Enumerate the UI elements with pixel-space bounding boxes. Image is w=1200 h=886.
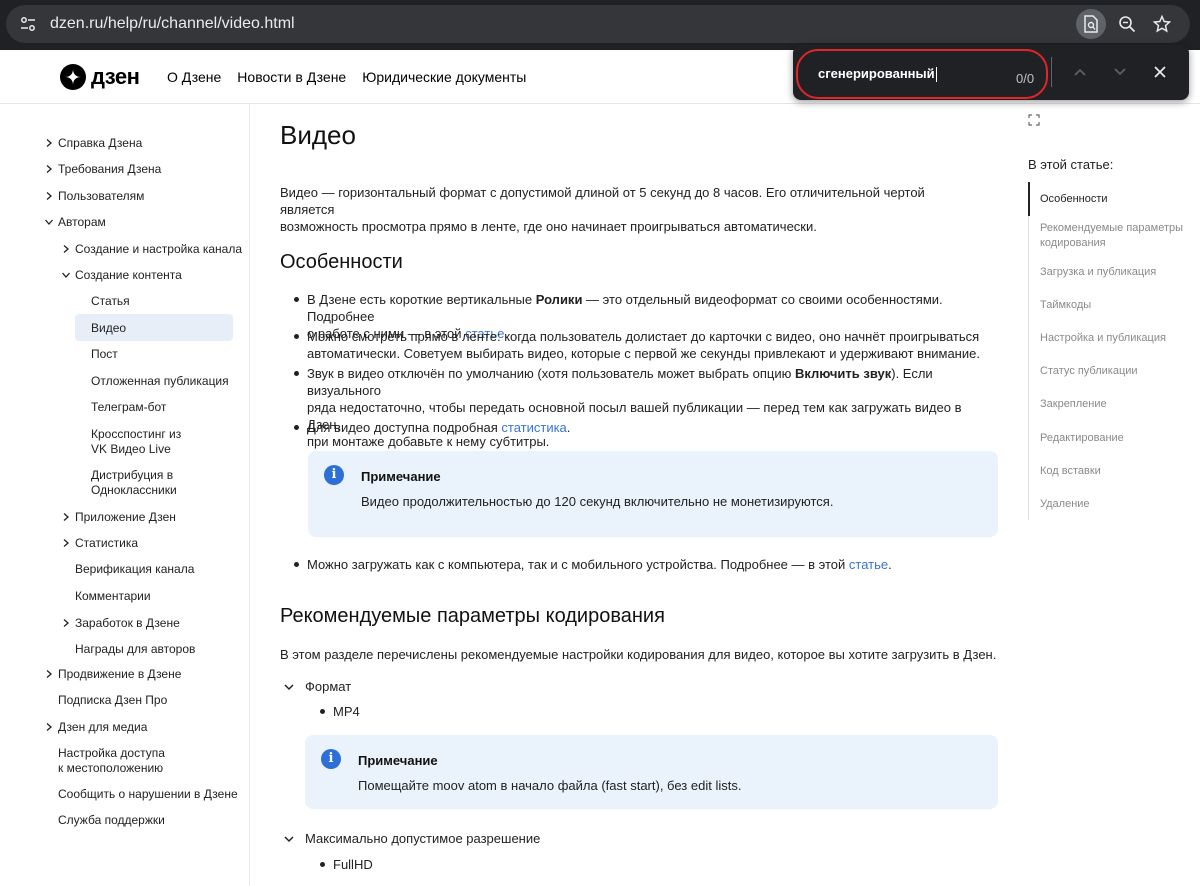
dzen-logo[interactable]: дзен bbox=[60, 64, 140, 90]
chevron-down-icon[interactable] bbox=[44, 217, 54, 227]
chevron-right-icon[interactable] bbox=[44, 138, 54, 148]
intro-paragraph: Видео — горизонтальный формат с допустим… bbox=[280, 185, 925, 234]
sidebar-item[interactable]: Справка Дзена bbox=[46, 136, 142, 151]
browser-toolbar: dzen.ru/help/ru/channel/video.html bbox=[0, 0, 1200, 50]
sidebar-item[interactable]: Статья bbox=[91, 294, 130, 309]
chevron-right-icon[interactable] bbox=[44, 191, 54, 201]
find-close-icon[interactable] bbox=[1147, 59, 1173, 85]
find-next-icon[interactable] bbox=[1107, 59, 1133, 85]
expand-icon[interactable] bbox=[1028, 114, 1040, 126]
logo-text: дзен bbox=[91, 64, 140, 89]
note-title: Примечание bbox=[358, 753, 438, 768]
find-input-highlight: сгенерированный 0/0 bbox=[796, 49, 1048, 99]
toc-item[interactable]: Закрепление bbox=[1040, 397, 1190, 412]
sidebar-item[interactable]: Сообщить о нарушении в Дзене bbox=[58, 787, 238, 802]
bookmark-star-icon[interactable] bbox=[1147, 9, 1177, 39]
zoom-icon[interactable] bbox=[1112, 9, 1142, 39]
sidebar-item[interactable]: Заработок в Дзене bbox=[63, 616, 180, 631]
note-callout: i Примечание Видео продолжительностью до… bbox=[308, 451, 998, 537]
chevron-right-icon[interactable] bbox=[61, 618, 71, 628]
top-nav: О Дзене Новости в Дзене Юридические доку… bbox=[167, 69, 526, 85]
page-title: Видео bbox=[280, 120, 356, 150]
chevron-right-icon[interactable] bbox=[61, 512, 71, 522]
list-item: Можно смотреть прямо в ленте: когда поль… bbox=[294, 328, 997, 362]
accordion-max-resolution[interactable]: Максимально допустимое разрешение bbox=[284, 831, 540, 846]
chevron-down-icon[interactable] bbox=[61, 270, 71, 280]
list-item: MP4 bbox=[320, 704, 360, 719]
toc-rail bbox=[1028, 182, 1029, 520]
toc-item[interactable]: Редактирование bbox=[1040, 431, 1190, 446]
info-icon: i bbox=[321, 749, 341, 769]
toc-item[interactable]: Код вставки bbox=[1040, 464, 1190, 479]
sidebar-item[interactable]: Подписка Дзен Про bbox=[58, 693, 167, 708]
link-statistics[interactable]: статистика bbox=[501, 420, 566, 435]
find-bar: сгенерированный 0/0 bbox=[793, 45, 1189, 100]
note-callout: i Примечание Помещайте moov atom в начал… bbox=[305, 735, 998, 809]
list-item: Для видео доступна подробная статистика. bbox=[294, 419, 997, 436]
find-in-page-icon[interactable] bbox=[1076, 9, 1106, 39]
url-text[interactable]: dzen.ru/help/ru/channel/video.html bbox=[50, 15, 295, 33]
encoding-intro: В этом разделе перечислены рекомендуемые… bbox=[280, 647, 997, 662]
note-title: Примечание bbox=[361, 469, 441, 484]
sidebar-item[interactable]: Телеграм-бот bbox=[91, 400, 166, 415]
sidebar-item[interactable]: Верификация канала bbox=[75, 562, 194, 577]
sidebar-item[interactable]: Пользователям bbox=[46, 189, 144, 204]
sidebar-item[interactable]: Статистика bbox=[63, 536, 138, 551]
address-bar[interactable]: dzen.ru/help/ru/channel/video.html bbox=[6, 5, 1190, 43]
note-body: Помещайте moov atom в начало файла (fast… bbox=[358, 778, 742, 793]
toc-item[interactable]: Рекомендуемые параметры кодирования bbox=[1040, 221, 1190, 251]
chevron-right-icon[interactable] bbox=[44, 722, 54, 732]
site-info-icon[interactable] bbox=[18, 14, 38, 34]
chevron-right-icon[interactable] bbox=[61, 538, 71, 548]
find-divider bbox=[1051, 57, 1052, 87]
text-caret bbox=[935, 67, 937, 83]
link-upload-article[interactable]: статье bbox=[849, 557, 888, 572]
find-match-count: 0/0 bbox=[1016, 71, 1035, 86]
heading-encoding: Рекомендуемые параметры кодирования bbox=[280, 605, 665, 627]
toc-item[interactable]: Настройка и публикация bbox=[1040, 331, 1190, 346]
find-prev-icon[interactable] bbox=[1067, 59, 1093, 85]
sidebar-item[interactable]: Видео bbox=[91, 321, 126, 336]
sidebar-item[interactable]: Награды для авторов bbox=[75, 642, 195, 657]
toc-item[interactable]: Статус публикации bbox=[1040, 364, 1190, 379]
accordion-format[interactable]: Формат bbox=[284, 679, 351, 694]
nav-legal[interactable]: Юридические документы bbox=[362, 69, 526, 85]
chevron-down-icon bbox=[284, 684, 294, 691]
chevron-right-icon[interactable] bbox=[44, 164, 54, 174]
sidebar-nav: Справка Дзена Требования Дзена Пользовател… bbox=[0, 104, 250, 886]
sidebar-item[interactable]: Дзен для медиа bbox=[46, 720, 147, 735]
list-item: FullHD bbox=[320, 857, 373, 872]
toc-item[interactable]: Удаление bbox=[1040, 497, 1190, 512]
sidebar-item[interactable]: Кросспостинг из VK Видео Live bbox=[91, 427, 181, 457]
dzen-logo-icon bbox=[60, 64, 86, 90]
toc-item[interactable]: Таймкоды bbox=[1040, 298, 1190, 313]
toc-active-indicator bbox=[1028, 182, 1030, 216]
sidebar-item[interactable]: Дистрибуция в Одноклассники bbox=[91, 468, 177, 498]
sidebar-item[interactable]: Приложение Дзен bbox=[63, 510, 176, 525]
list-item: Звук в видео отключён по умолчанию (хотя… bbox=[294, 365, 997, 450]
sidebar-item[interactable]: Комментарии bbox=[75, 589, 151, 604]
toc-item[interactable]: Загрузка и публикация bbox=[1040, 265, 1190, 280]
toc-item[interactable]: Особенности bbox=[1040, 192, 1190, 207]
sidebar-item[interactable]: Настройка доступа к местоположению bbox=[58, 746, 165, 776]
sidebar-item[interactable]: Отложенная публикация bbox=[91, 374, 229, 389]
sidebar-item[interactable]: Создание контента bbox=[62, 268, 182, 283]
sidebar-item[interactable]: Служба поддержки bbox=[58, 813, 165, 828]
sidebar-item[interactable]: Создание и настройка канала bbox=[63, 242, 242, 257]
list-item: Можно загружать как с компьютера, так и … bbox=[294, 556, 997, 573]
nav-news[interactable]: Новости в Дзене bbox=[237, 69, 346, 85]
chevron-right-icon[interactable] bbox=[61, 244, 71, 254]
sidebar-item[interactable]: Пост bbox=[91, 347, 118, 362]
toc-title: В этой статье: bbox=[1028, 157, 1114, 172]
sidebar-item[interactable]: Авторам bbox=[45, 215, 106, 230]
sidebar-item[interactable]: Продвижение в Дзене bbox=[46, 667, 181, 682]
info-icon: i bbox=[324, 465, 344, 485]
heading-features: Особенности bbox=[280, 251, 403, 273]
note-body: Видео продолжительностью до 120 секунд в… bbox=[361, 494, 834, 509]
find-input[interactable]: сгенерированный bbox=[818, 66, 937, 83]
chevron-right-icon[interactable] bbox=[44, 669, 54, 679]
nav-about[interactable]: О Дзене bbox=[167, 69, 221, 85]
chevron-down-icon bbox=[284, 836, 294, 843]
sidebar-item[interactable]: Требования Дзена bbox=[46, 162, 161, 177]
